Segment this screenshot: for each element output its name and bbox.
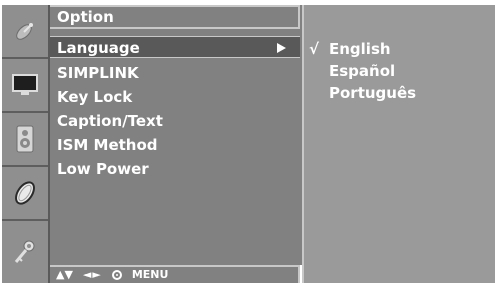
menu-title: Option <box>50 5 300 29</box>
menu-item-label: Low Power <box>57 160 149 178</box>
left-right-keys-hint: ◄► <box>82 268 102 281</box>
language-option-label: Español <box>329 62 396 80</box>
language-option-espanol[interactable]: Español <box>304 60 494 82</box>
menu-item-key-lock[interactable]: Key Lock <box>50 86 300 108</box>
language-option-label: Português <box>329 84 417 102</box>
osd-menu: Option Language SIMPLINK Key Lock Captio… <box>0 0 495 283</box>
menu-item-label: Key Lock <box>57 88 133 106</box>
category-time[interactable] <box>2 167 48 221</box>
satellite-dish-icon <box>16 23 33 40</box>
menu-item-label: Language <box>57 39 140 57</box>
language-option-portugues[interactable]: Português <box>304 82 494 104</box>
category-icon-strip <box>2 5 50 283</box>
menu-key-hint: MENU <box>131 268 169 281</box>
up-down-keys-hint: ▲▼ <box>56 268 73 281</box>
menu-item-ism-method[interactable]: ISM Method <box>50 134 300 156</box>
menu-item-label: SIMPLINK <box>57 64 139 82</box>
menu-item-label: ISM Method <box>57 136 158 154</box>
category-lock[interactable] <box>2 221 48 283</box>
category-picture[interactable] <box>2 59 48 113</box>
menu-item-language[interactable]: Language <box>50 36 300 58</box>
screen-icon <box>12 74 38 95</box>
ok-button-icon <box>111 270 122 280</box>
option-menu: Option Language SIMPLINK Key Lock Captio… <box>50 5 302 265</box>
language-option-label: English <box>329 40 391 58</box>
menu-item-low-power[interactable]: Low Power <box>50 158 300 180</box>
menu-item-label: Caption/Text <box>57 112 163 130</box>
speaker-icon <box>16 125 34 153</box>
clock-icon <box>15 181 35 205</box>
key-hint-bar: ▲▼ ◄► MENU <box>50 265 300 283</box>
category-channel[interactable] <box>2 5 48 59</box>
key-icon <box>14 240 35 263</box>
menu-item-caption-text[interactable]: Caption/Text <box>50 110 300 132</box>
submenu-arrow-icon <box>277 43 286 53</box>
language-submenu: √ English Español Português <box>302 5 495 283</box>
language-option-english[interactable]: √ English <box>304 38 494 60</box>
check-mark-icon: √ <box>309 40 320 58</box>
menu-item-simplink[interactable]: SIMPLINK <box>50 62 300 84</box>
category-audio[interactable] <box>2 113 48 167</box>
